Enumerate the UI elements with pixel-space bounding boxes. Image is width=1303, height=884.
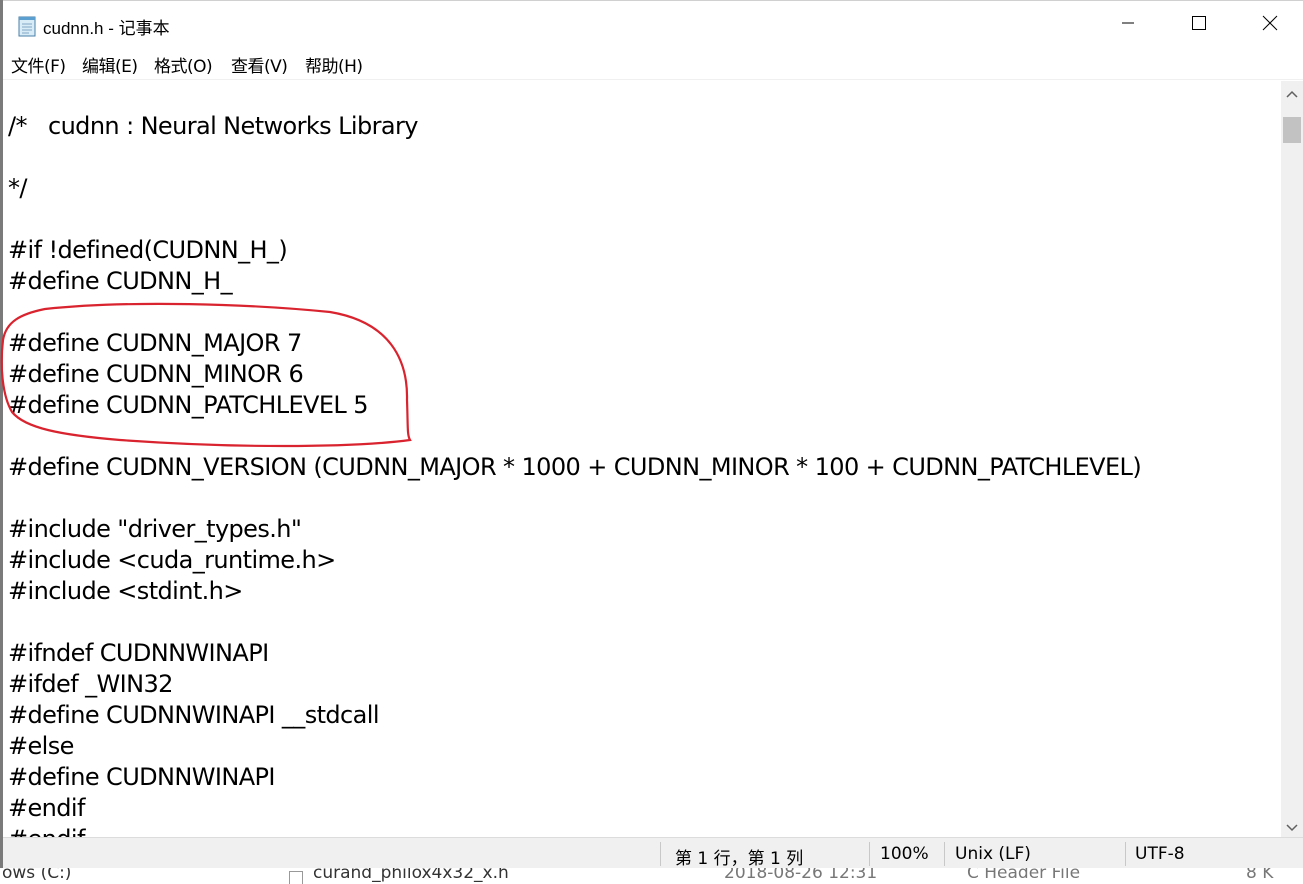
status-line-ending: Unix (LF)	[955, 844, 1031, 864]
code-line: #define CUDNN_MAJOR 7	[8, 329, 302, 357]
status-encoding: UTF-8	[1135, 844, 1185, 864]
status-divider	[1125, 842, 1126, 866]
menu-edit[interactable]: 编辑(E)	[78, 52, 142, 77]
notepad-icon	[16, 15, 38, 37]
code-line: #include <stdint.h>	[8, 577, 243, 605]
code-line: #define CUDNN_MINOR 6	[8, 360, 304, 388]
code-line: #define CUDNN_H_	[8, 267, 233, 295]
code-line: #endif	[8, 824, 85, 837]
maximize-button[interactable]	[1164, 1, 1234, 49]
code-line: /* cudnn : Neural Networks Library	[8, 112, 418, 140]
checkbox[interactable]	[289, 871, 303, 884]
code-line: #define CUDNNWINAPI __stdcall	[8, 701, 379, 729]
vertical-scrollbar[interactable]	[1281, 81, 1303, 837]
code-line: #if !defined(CUDNN_H_)	[8, 236, 288, 264]
code-line: #define CUDNNWINAPI	[8, 763, 275, 791]
menu-bar: 文件(F) 编辑(E) 格式(O) 查看(V) 帮助(H)	[3, 49, 1303, 80]
code-line: #include "driver_types.h"	[8, 515, 302, 543]
code-line: #include <cuda_runtime.h>	[8, 546, 336, 574]
minimize-icon	[1120, 15, 1136, 35]
menu-view[interactable]: 查看(V)	[227, 52, 291, 77]
background-file-explorer: ows (C:) curand_philox4x32_x.h 2018-08-2…	[0, 868, 1303, 884]
close-icon	[1262, 15, 1278, 35]
scroll-down-button[interactable]	[1281, 815, 1303, 837]
status-zoom: 100%	[880, 844, 929, 864]
status-divider	[869, 842, 870, 866]
code-line: #ifndef CUDNNWINAPI	[8, 639, 269, 667]
code-line: #ifdef _WIN32	[8, 670, 173, 698]
scroll-up-button[interactable]	[1281, 81, 1303, 103]
close-button[interactable]	[1235, 1, 1303, 49]
menu-format[interactable]: 格式(O)	[150, 52, 216, 77]
text-editor[interactable]: /* cudnn : Neural Networks Library */ #i…	[3, 81, 1281, 837]
scroll-thumb[interactable]	[1283, 117, 1301, 143]
chevron-up-icon	[1286, 83, 1298, 102]
code-line: #define CUDNN_PATCHLEVEL 5	[8, 391, 368, 419]
code-line: */	[8, 174, 27, 202]
explorer-file-date: 2018-08-26 12:31	[724, 868, 878, 883]
explorer-file-type: C Header File	[967, 868, 1081, 883]
title-bar[interactable]: cudnn.h - 记事本	[3, 1, 1303, 49]
menu-file[interactable]: 文件(F)	[7, 52, 70, 77]
code-line: #define CUDNN_VERSION (CUDNN_MAJOR * 100…	[8, 453, 1142, 481]
status-divider	[944, 842, 945, 866]
explorer-file-size: 8 K	[1246, 868, 1274, 883]
notepad-window: cudnn.h - 记事本 文件(F) 编辑(E) 格式(O) 查看(V) 帮助…	[3, 0, 1303, 869]
minimize-button[interactable]	[1093, 1, 1163, 49]
window-title: cudnn.h - 记事本	[43, 19, 170, 38]
maximize-icon	[1191, 15, 1207, 35]
explorer-drive-label: ows (C:)	[2, 868, 72, 883]
code-line: #endif	[8, 794, 85, 822]
explorer-file-name[interactable]: curand_philox4x32_x.h	[313, 868, 509, 883]
menu-help[interactable]: 帮助(H)	[301, 52, 367, 77]
status-position: 第 1 行，第 1 列	[675, 849, 804, 869]
status-divider	[660, 842, 661, 866]
chevron-down-icon	[1286, 817, 1298, 836]
code-line: #else	[8, 732, 74, 760]
status-bar: 第 1 行，第 1 列 100% Unix (LF) UTF-8	[3, 837, 1303, 869]
